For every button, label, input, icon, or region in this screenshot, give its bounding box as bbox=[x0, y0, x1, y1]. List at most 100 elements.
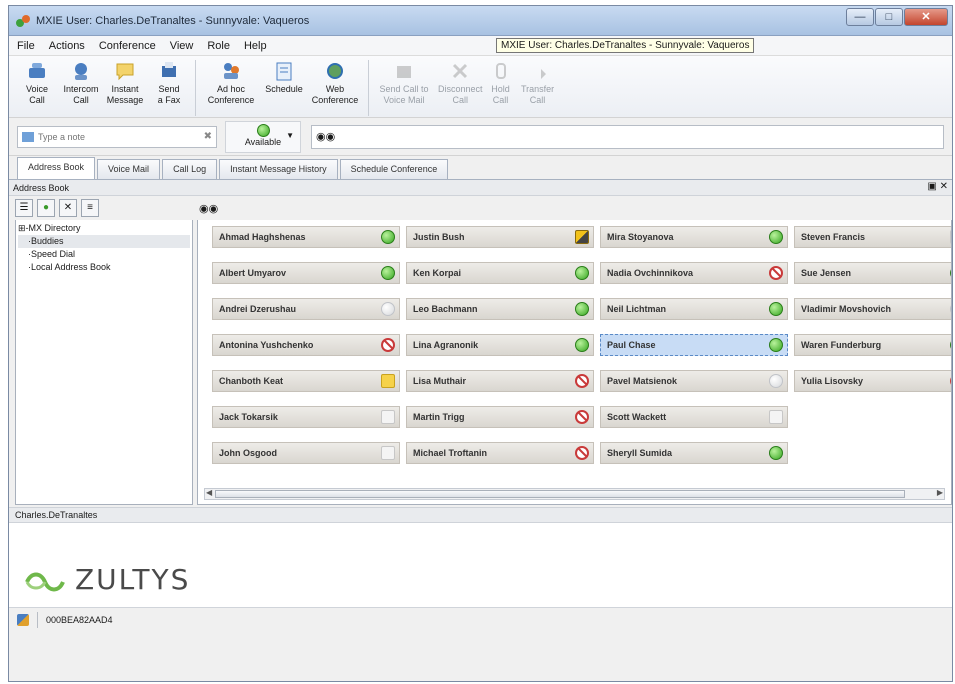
tree-item-mx-directory[interactable]: ⊞-MX Directory bbox=[18, 222, 190, 235]
menu-help[interactable]: Help bbox=[244, 40, 267, 52]
voice-call-label: Voice Call bbox=[25, 84, 49, 105]
contact-name: Nadia Ovchinnikova bbox=[607, 268, 694, 278]
contact-card[interactable]: Paul Chase bbox=[600, 334, 788, 356]
instant-message-button[interactable]: Instant Message bbox=[103, 60, 147, 116]
green-status-icon bbox=[950, 266, 951, 280]
tab-voice-mail[interactable]: Voice Mail bbox=[97, 159, 161, 179]
grid-cell bbox=[794, 406, 951, 442]
note-icon bbox=[22, 131, 34, 142]
view-list-button[interactable]: ☰ bbox=[15, 199, 33, 217]
maximize-button[interactable]: □ bbox=[875, 8, 903, 26]
menu-conference[interactable]: Conference bbox=[99, 40, 156, 52]
contact-card[interactable]: Neil Lichtman bbox=[600, 298, 788, 320]
contact-card[interactable]: Mira Stoyanova bbox=[600, 226, 788, 248]
web-conference-button[interactable]: Web Conference bbox=[306, 60, 364, 116]
logo-text: ZULTYS bbox=[75, 563, 191, 596]
contact-card[interactable]: Albert Umyarov bbox=[212, 262, 400, 284]
contact-card[interactable]: Lisa Muthair bbox=[406, 370, 594, 392]
directory-search-input[interactable] bbox=[339, 129, 943, 144]
tree-item-speed-dial[interactable]: ·Speed Dial bbox=[18, 248, 190, 261]
send-to-voicemail-button[interactable]: Send Call to Voice Mail bbox=[373, 60, 435, 116]
available-status-icon bbox=[256, 123, 270, 137]
scrollbar-thumb[interactable] bbox=[215, 490, 905, 498]
contact-name: Chanboth Keat bbox=[219, 376, 283, 386]
grid-cell: Michael Troftanin bbox=[406, 442, 594, 478]
properties-button[interactable]: ≡ bbox=[81, 199, 99, 217]
contact-card[interactable]: Ahmad Haghshenas bbox=[212, 226, 400, 248]
contact-card[interactable]: John Osgood bbox=[212, 442, 400, 464]
minimize-button[interactable]: — bbox=[846, 8, 874, 26]
intercom-icon bbox=[70, 60, 92, 82]
panel-controls[interactable]: ▣ ✕ bbox=[927, 181, 948, 192]
contact-card[interactable]: Yulia Lisovsky bbox=[794, 370, 951, 392]
contact-card[interactable]: Lina Agranonik bbox=[406, 334, 594, 356]
transfer-call-label: Transfer Call bbox=[520, 84, 555, 105]
contact-card[interactable]: Pavel Matsienok bbox=[600, 370, 788, 392]
contact-name: Albert Umyarov bbox=[219, 268, 287, 278]
instant-message-label: Instant Message bbox=[106, 84, 144, 105]
zultys-logo: ZULTYS bbox=[23, 563, 190, 596]
hold-call-button[interactable]: Hold Call bbox=[486, 60, 516, 116]
tab-schedule-conference[interactable]: Schedule Conference bbox=[339, 159, 449, 179]
delete-contact-button[interactable]: ✕ bbox=[59, 199, 77, 217]
contact-card[interactable]: Chanboth Keat bbox=[212, 370, 400, 392]
green-status-icon bbox=[381, 266, 395, 280]
contact-card[interactable]: Steven Francis bbox=[794, 226, 951, 248]
tab-im-history[interactable]: Instant Message History bbox=[219, 159, 338, 179]
contact-name: Lisa Muthair bbox=[413, 376, 467, 386]
grid-cell: Chanboth Keat bbox=[212, 370, 400, 406]
note-input[interactable] bbox=[38, 131, 204, 142]
contact-card[interactable]: Leo Bachmann bbox=[406, 298, 594, 320]
tab-address-book[interactable]: Address Book bbox=[17, 157, 96, 179]
grid-cell: John Osgood bbox=[212, 442, 400, 478]
grid-cell: Steven Francis bbox=[794, 226, 951, 262]
close-button[interactable]: ✕ bbox=[904, 8, 948, 26]
presence-selector[interactable]: Available ▼ bbox=[225, 120, 301, 153]
menu-actions[interactable]: Actions bbox=[49, 40, 85, 52]
contact-card[interactable]: Waren Funderburg bbox=[794, 334, 951, 356]
adhoc-conference-button[interactable]: Ad hoc Conference bbox=[200, 60, 262, 116]
add-contact-button[interactable]: ● bbox=[37, 199, 55, 217]
contact-card[interactable]: Nadia Ovchinnikova bbox=[600, 262, 788, 284]
disconnect-icon bbox=[449, 60, 471, 82]
note-status-icon bbox=[381, 374, 395, 388]
contact-card[interactable]: Michael Troftanin bbox=[406, 442, 594, 464]
title-bar[interactable]: MXIE User: Charles.DeTranaltes - Sunnyva… bbox=[9, 6, 952, 36]
contact-card[interactable]: Martin Trigg bbox=[406, 406, 594, 428]
contact-card[interactable]: Antonina Yushchenko bbox=[212, 334, 400, 356]
contact-card[interactable]: Sue Jensen bbox=[794, 262, 951, 284]
contact-card[interactable]: Scott Wackett bbox=[600, 406, 788, 428]
tree-item-buddies[interactable]: ·Buddies bbox=[18, 235, 190, 248]
grid-cell: Albert Umyarov bbox=[212, 262, 400, 298]
schedule-button[interactable]: Schedule bbox=[262, 60, 306, 116]
green-status-icon bbox=[769, 302, 783, 316]
grid-cell: Yulia Lisovsky bbox=[794, 370, 951, 406]
contact-card[interactable]: Andrei Dzerushau bbox=[212, 298, 400, 320]
web-conference-label: Web Conference bbox=[311, 84, 359, 105]
contact-card[interactable]: Sheryll Sumida bbox=[600, 442, 788, 464]
binoculars-icon[interactable]: ◉◉ bbox=[199, 202, 218, 215]
dnd-status-icon bbox=[575, 446, 589, 460]
horizontal-scrollbar[interactable]: ◀ ▶ bbox=[204, 488, 945, 500]
tab-call-log[interactable]: Call Log bbox=[162, 159, 218, 179]
address-book-toolbar: ☰ ● ✕ ≡ ◉◉ bbox=[9, 196, 952, 220]
dnd-status-icon bbox=[575, 410, 589, 424]
voice-call-button[interactable]: Voice Call bbox=[15, 60, 59, 116]
call-actions-group: Voice Call Intercom Call Instant Message… bbox=[15, 60, 196, 116]
intercom-call-button[interactable]: Intercom Call bbox=[59, 60, 103, 116]
menu-file[interactable]: File bbox=[17, 40, 35, 52]
disconnect-call-button[interactable]: Disconnect Call bbox=[435, 60, 486, 116]
transfer-call-button[interactable]: Transfer Call bbox=[516, 60, 560, 116]
tree-item-local-address-book[interactable]: ·Local Address Book bbox=[18, 261, 190, 274]
menu-role[interactable]: Role bbox=[207, 40, 230, 52]
send-fax-button[interactable]: Send a Fax bbox=[147, 60, 191, 116]
contact-name: Martin Trigg bbox=[413, 412, 465, 422]
menu-view[interactable]: View bbox=[170, 40, 194, 52]
contact-card[interactable]: Vladimir Movshovich bbox=[794, 298, 951, 320]
grid-cell: Sheryll Sumida bbox=[600, 442, 788, 478]
clear-note-icon[interactable]: ✖ bbox=[204, 131, 212, 142]
contact-card[interactable]: Justin Bush bbox=[406, 226, 594, 248]
contact-card[interactable]: Ken Korpai bbox=[406, 262, 594, 284]
contact-card[interactable]: Jack Tokarsik bbox=[212, 406, 400, 428]
contact-name: Sue Jensen bbox=[801, 268, 852, 278]
